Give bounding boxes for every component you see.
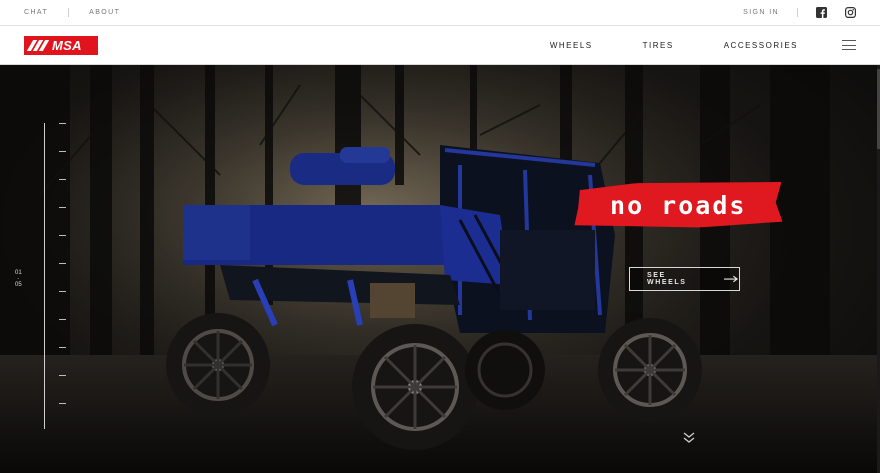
rail-tick — [59, 263, 66, 264]
rail-tick — [59, 179, 66, 180]
rail-tick — [59, 291, 66, 292]
chat-link[interactable]: CHAT — [24, 9, 48, 16]
rail-tick — [59, 403, 66, 404]
rail-tick — [59, 207, 66, 208]
nav-wheels[interactable]: WHEELS — [550, 41, 593, 50]
nav-tires[interactable]: TIRES — [643, 41, 674, 50]
double-chevron-down-icon[interactable] — [683, 431, 695, 445]
rail-tick — [59, 151, 66, 152]
divider — [68, 8, 70, 17]
rail-tick — [59, 319, 66, 320]
main-navigation: MSA WHEELS TIRES ACCESSORIES — [0, 26, 880, 65]
rail-tick — [59, 235, 66, 236]
hero-background-image — [0, 65, 880, 473]
rail-tick — [59, 347, 66, 348]
divider — [797, 8, 798, 17]
slide-total: 05 — [15, 282, 22, 288]
hamburger-icon[interactable] — [842, 40, 856, 50]
see-wheels-label: SEE WHEELS — [647, 272, 687, 286]
instagram-icon[interactable] — [845, 7, 856, 18]
slide-progress-rail — [44, 123, 45, 429]
see-wheels-button[interactable]: SEE WHEELS — [629, 267, 740, 291]
msa-logo[interactable]: MSA — [24, 35, 98, 55]
about-link[interactable]: ABOUT — [89, 9, 120, 16]
rail-tick — [59, 123, 66, 124]
hero-banner: 01 - 05 no roads SEE WHEELS — [0, 65, 880, 473]
top-utility-bar: CHAT ABOUT SIGN IN — [0, 0, 880, 26]
hero-tagline-banner: no roads — [573, 179, 782, 230]
arrow-right-icon — [724, 275, 739, 283]
slide-counter: 01 - 05 — [15, 270, 22, 288]
hero-tagline: no roads — [609, 190, 747, 220]
rail-tick — [59, 375, 66, 376]
nav-accessories[interactable]: ACCESSORIES — [724, 41, 798, 50]
facebook-icon[interactable] — [816, 7, 827, 18]
logo-text: MSA — [52, 37, 82, 53]
sign-in-link[interactable]: SIGN IN — [743, 9, 779, 16]
